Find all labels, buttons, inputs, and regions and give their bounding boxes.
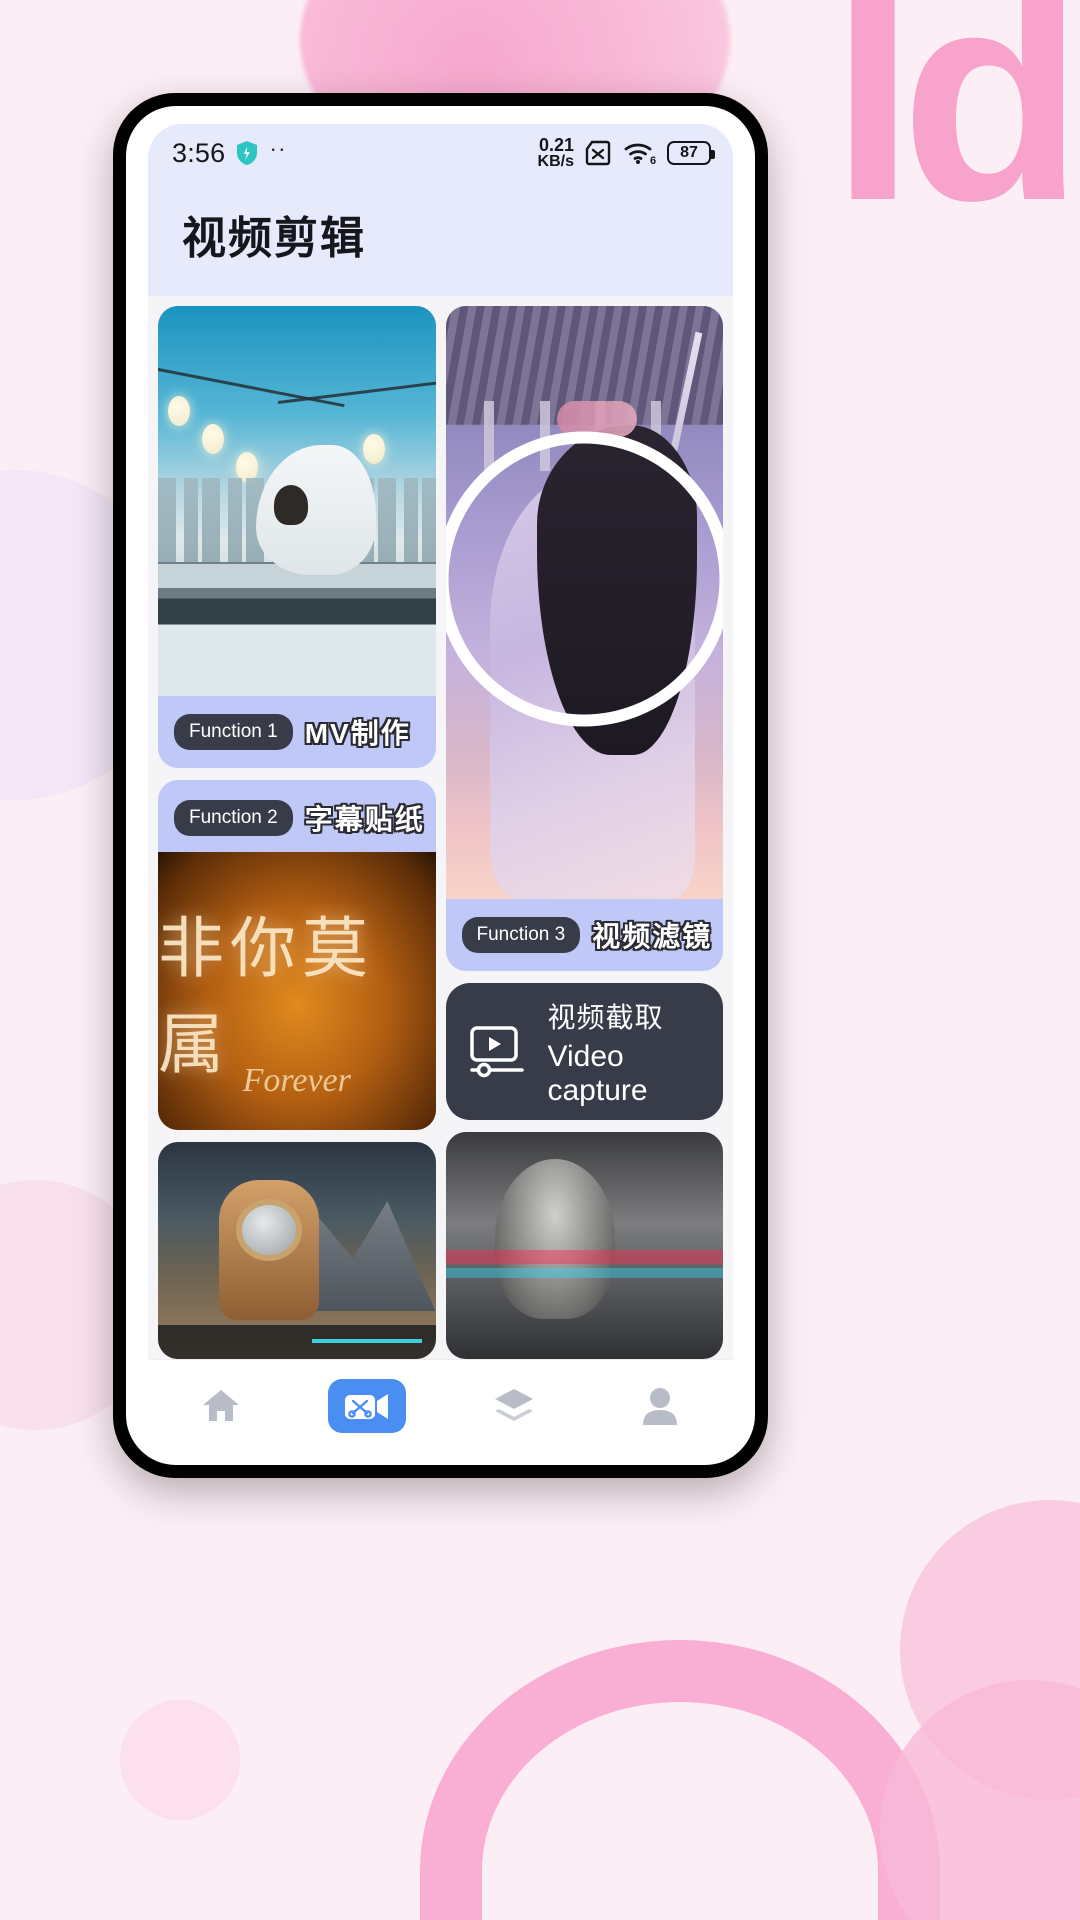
video-filter-pill: Function 3 [461,917,581,954]
background-decor-text: Id [831,0,1080,263]
nav-item-templates[interactable] [441,1379,587,1433]
mv-production-photo [158,306,436,697]
left-column: Function 1 MV制作 Function 2 字幕贴纸 非你莫属 For… [158,306,436,1359]
mv-production-pill: Function 1 [174,714,293,751]
card-mv-production[interactable]: Function 1 MV制作 [158,306,436,769]
edit-button[interactable] [328,1378,407,1433]
battery-level: 87 [680,143,698,161]
background-ribbon [420,1640,940,1920]
phone-frame: 3:56 ·· 0.21 KB/s 6 87 视频剪辑 Function 1 M… [113,93,768,1478]
video-filter-name: 视频滤镜 [592,921,713,953]
video-filter-photo [445,306,723,900]
video-capture-texts: 视频截取 Video capture [548,996,704,1108]
glitch-photo [445,1131,723,1359]
nav-item-profile[interactable] [587,1379,733,1433]
status-bar: 3:56 ·· 0.21 KB/s 6 87 [148,124,733,182]
network-speed: 0.21 KB/s [537,134,574,171]
mv-production-label-row: Function 1 MV制作 [158,696,436,768]
battery-icon: 87 [667,140,715,165]
page-title: 视频剪辑 [182,214,366,263]
home-icon [203,1389,240,1421]
video-filter-label-row: Function 3 视频滤镜 [446,899,724,971]
right-column: Function 3 视频滤镜 视频截取 Video capture [445,306,724,1359]
nav-item-home[interactable] [148,1379,294,1433]
no-sim-icon [585,140,611,166]
status-dots: ·· [269,135,287,161]
card-subtitle-sticker[interactable]: Function 2 字幕贴纸 非你莫属 Forever [158,780,436,1130]
video-capture-cn: 视频截取 [547,1001,664,1033]
background-blob-bottom-right [880,1680,1080,1920]
status-bar-right: 0.21 KB/s 6 87 [537,134,715,171]
subtitle-sticker-pill: Function 2 [174,800,293,837]
home-button[interactable] [182,1379,260,1433]
subtitle-sticker-photo: 非你莫属 Forever [158,852,436,1130]
bottom-navigation [148,1359,733,1451]
wifi-badge: 6 [650,155,656,166]
phone-screen: 3:56 ·· 0.21 KB/s 6 87 视频剪辑 Function 1 M… [126,106,755,1465]
scissors-video-icon [345,1393,389,1419]
app-window: 3:56 ·· 0.21 KB/s 6 87 视频剪辑 Function 1 M… [148,124,733,1451]
background-blob-small [120,1700,240,1820]
status-bar-left: 3:56 ·· [172,137,287,169]
video-capture-en: Video capture [547,1039,648,1107]
content-area: Function 1 MV制作 Function 2 字幕贴纸 非你莫属 For… [148,296,733,1359]
astronaut-photo [158,1141,436,1359]
video-capture-icon [466,1024,530,1080]
app-header: 视频剪辑 [148,182,733,296]
shield-icon [236,140,258,166]
subtitle-sticker-name: 字幕贴纸 [304,804,425,836]
status-time: 3:56 [172,137,226,168]
card-astronaut[interactable] [158,1141,436,1359]
profile-button[interactable] [621,1379,699,1433]
network-speed-unit: KB/s [537,153,574,171]
nav-item-edit[interactable] [294,1378,440,1433]
card-video-filter[interactable]: Function 3 视频滤镜 [445,306,724,972]
card-video-capture[interactable]: 视频截取 Video capture [445,983,723,1120]
wifi-icon: 6 [624,143,656,166]
layers-icon [494,1388,533,1421]
mv-production-name: MV制作 [304,718,411,750]
templates-button[interactable] [475,1379,553,1433]
person-icon [642,1387,677,1425]
subtitle-sticker-label-row: Function 2 字幕贴纸 [158,780,436,852]
circle-highlight-overlay [445,431,723,727]
card-glitch[interactable] [445,1131,723,1359]
network-speed-value: 0.21 [538,134,574,155]
